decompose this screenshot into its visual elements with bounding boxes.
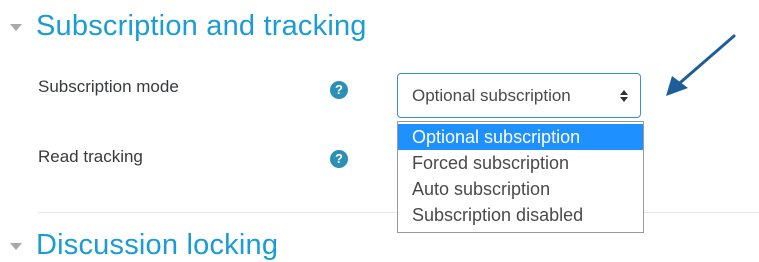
dropdown-option[interactable]: Auto subscription xyxy=(398,176,643,202)
caret-down-icon xyxy=(10,24,22,31)
section-header-discussion-locking[interactable]: Discussion locking xyxy=(10,229,278,262)
select-value: Optional subscription xyxy=(412,85,571,105)
section-title: Subscription and tracking xyxy=(36,10,367,42)
section-header-subscription-tracking[interactable]: Subscription and tracking xyxy=(10,10,367,43)
caret-down-icon xyxy=(10,243,22,250)
dropdown-option[interactable]: Subscription disabled xyxy=(398,202,643,228)
help-icon[interactable]: ? xyxy=(330,81,348,99)
dropdown-option[interactable]: Forced subscription xyxy=(398,150,643,176)
subscription-mode-label: Subscription mode xyxy=(38,77,179,96)
arrow-annotation-icon xyxy=(666,34,736,96)
read-tracking-label: Read tracking xyxy=(38,147,143,166)
section-title: Discussion locking xyxy=(36,229,279,261)
dropdown-option[interactable]: Optional subscription xyxy=(398,124,643,150)
subscription-mode-dropdown: Optional subscription Forced subscriptio… xyxy=(397,121,644,233)
help-icon[interactable]: ? xyxy=(330,150,348,168)
subscription-mode-select[interactable]: Optional subscription xyxy=(397,73,641,118)
updown-arrows-icon xyxy=(620,89,628,102)
